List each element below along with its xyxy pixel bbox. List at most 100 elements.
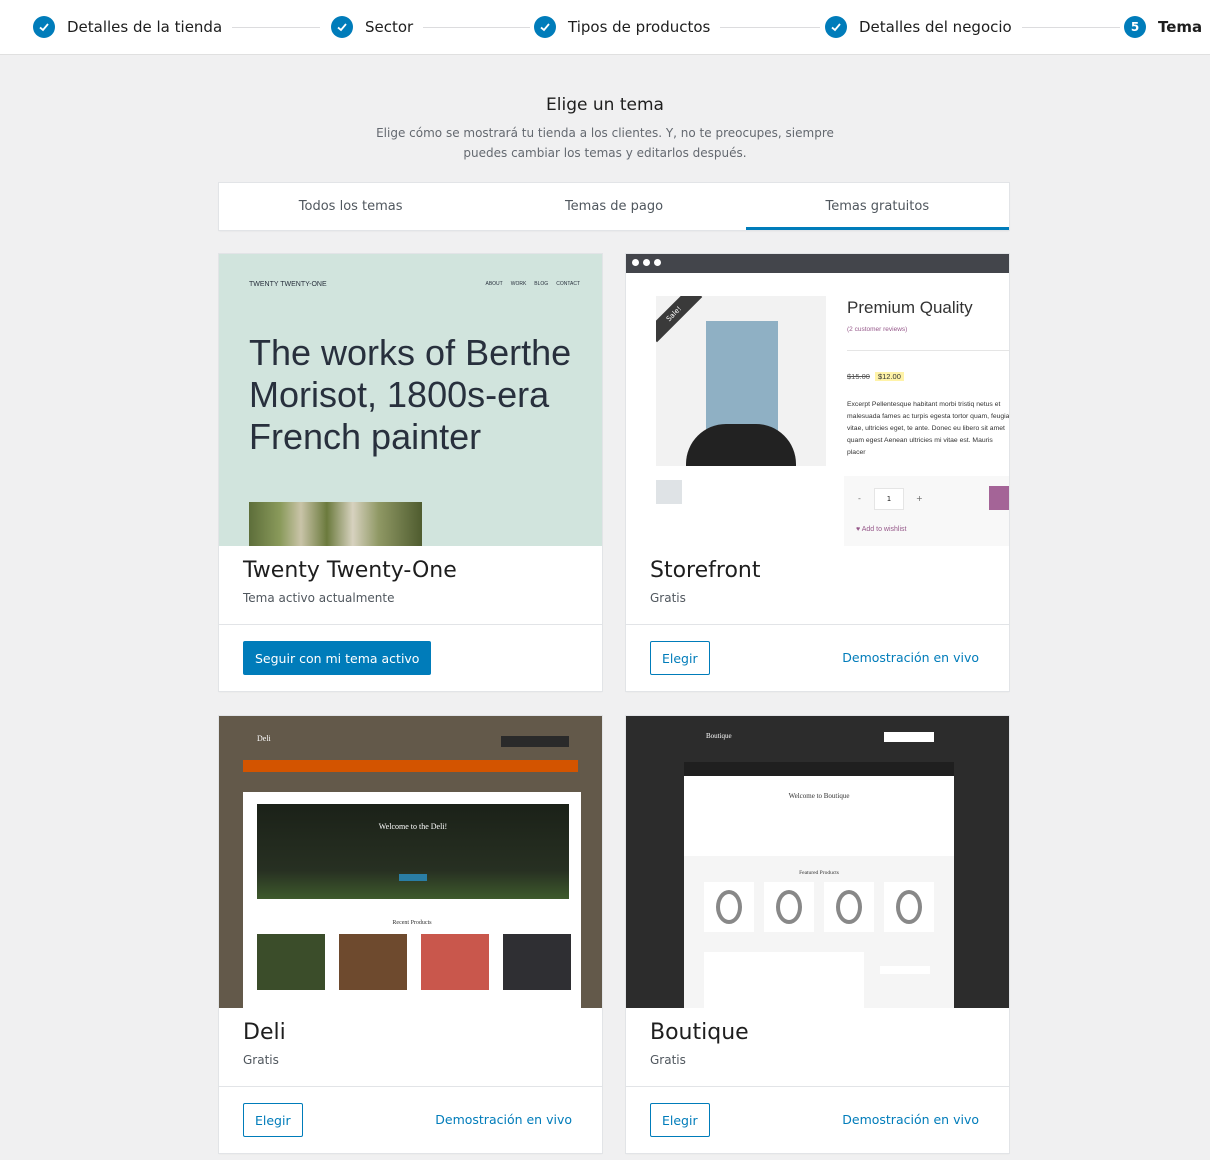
setup-stepper: Detalles de la tienda Sector Tipos de pr… [0,0,1210,55]
preview-thumbnail [656,480,682,504]
continue-active-theme-button[interactable]: Seguir con mi tema activo [243,641,432,675]
preview-painting-image [249,502,422,546]
preview-menu-item: ABOUT [485,281,503,287]
theme-card-storefront: Sale! Premium Quality (2 customer review… [626,254,1009,691]
live-demo-link[interactable]: Demostración en vivo [842,1112,979,1127]
preview-divider [847,350,1009,351]
preview-hero-button [399,874,427,881]
theme-status: Gratis [650,1053,686,1067]
step-connector [420,27,530,28]
preview-product-title: Premium Quality [847,298,973,317]
tab-free-themes[interactable]: Temas gratuitos [745,183,1010,230]
preview-logo: Deli [257,734,271,743]
theme-preview[interactable]: TWENTY TWENTY-ONE ABOUT WORK BLOG CONTAC… [219,254,602,546]
wishlist-label: Add to wishlist [861,526,907,533]
page-title: Elige un tema [546,95,664,115]
theme-preview[interactable]: Deli Welcome to the Deli! Recent Product… [219,716,602,1008]
card-divider [626,1086,1009,1087]
step-industry[interactable]: Sector [331,14,424,40]
checkmark-icon [331,16,353,38]
preview-hero-title: Welcome to the Deli! [378,822,448,831]
choose-theme-button[interactable]: Elegir [650,1103,710,1137]
preview-page: Welcome to the Deli! Recent Products [243,792,581,1008]
preview-price: $15.00 $12.00 [847,372,904,381]
person-image [686,424,796,466]
preview-section-title: Featured Products [799,870,839,876]
preview-hero-image: Welcome to the Deli! [257,804,569,899]
step-connector [222,27,320,28]
preview-logo: Boutique [706,732,732,740]
step-theme[interactable]: 5 Tema [1124,14,1210,40]
preview-menu-item: CONTACT [556,281,580,287]
window-dots-icon [632,259,661,266]
theme-name: Boutique [650,1020,749,1045]
card-divider [219,624,602,625]
theme-status: Tema activo actualmente [243,591,395,605]
preview-cart-box: - 1 + ♥ Add to wishlist [844,476,1009,546]
checkmark-icon [534,16,556,38]
ring-image [824,882,874,932]
page-subtitle: Elige cómo se mostrará tu tienda a los c… [376,126,834,160]
ring-image [764,882,814,932]
step-connector [1008,27,1120,28]
theme-preview[interactable]: Sale! Premium Quality (2 customer review… [626,254,1009,546]
card-divider [219,1086,602,1087]
choose-theme-button[interactable]: Elegir [650,641,710,675]
preview-site-title: TWENTY TWENTY-ONE [249,281,327,288]
step-label: Sector [365,18,414,36]
preview-menu: ABOUT WORK BLOG CONTACT [486,281,581,287]
product-image [339,934,407,990]
preview-product-image: Sale! [656,296,826,466]
preview-search [501,736,569,747]
preview-menu-item: WORK [510,281,527,287]
tab-paid-themes[interactable]: Temas de pago [482,183,745,230]
theme-status: Gratis [243,1053,279,1067]
theme-card-twenty-twenty-one: TWENTY TWENTY-ONE ABOUT WORK BLOG CONTAC… [219,254,602,691]
preview-section-title: Recent Products [392,920,432,926]
preview-hero-text: The works of Berthe Morisot, 1800s-era F… [249,332,572,457]
sale-badge: Sale! [656,296,703,343]
step-product-types[interactable]: Tipos de productos [534,14,721,40]
step-number: 5 [1124,16,1146,38]
preview-welcome-title: Welcome to Boutique [788,792,850,800]
preview-products [257,934,571,990]
theme-preview[interactable]: Boutique Welcome to Boutique Featured Pr… [626,716,1009,1008]
preview-wishlist: ♥ Add to wishlist [856,526,907,533]
browser-bar [626,254,1009,273]
preview-welcome-box: Welcome to Boutique [684,776,954,856]
ring-image [704,882,754,932]
checkmark-icon [33,16,55,38]
preview-nav-bar [684,762,954,776]
choose-theme-button[interactable]: Elegir [243,1103,303,1137]
theme-name: Deli [243,1020,286,1045]
plus-icon: + [916,494,923,503]
step-label: Detalles del negocio [859,18,1012,36]
step-business-details[interactable]: Detalles del negocio [825,14,1022,40]
live-demo-link[interactable]: Demostración en vivo [842,650,979,665]
product-image [257,934,325,990]
theme-tabs: Todos los temas Temas de pago Temas grat… [219,183,1010,230]
checkmark-icon [825,16,847,38]
theme-name: Storefront [650,558,761,583]
poster-image [706,321,778,431]
preview-search [884,732,934,742]
step-label: Tipos de productos [568,18,711,36]
preview-sidebar [880,966,930,974]
step-connector [712,27,820,28]
step-store-details[interactable]: Detalles de la tienda [33,14,233,40]
tab-all-themes[interactable]: Todos los temas [219,183,482,230]
theme-card-deli: Deli Welcome to the Deli! Recent Product… [219,716,602,1153]
preview-products [704,882,934,932]
card-divider [626,624,1009,625]
new-price: $12.00 [874,372,904,381]
preview-recent-products [704,952,864,1008]
theme-status: Gratis [650,591,686,605]
step-label: Tema [1158,18,1203,36]
live-demo-link[interactable]: Demostración en vivo [435,1112,572,1127]
step-label: Detalles de la tienda [67,18,223,36]
preview-qty: 1 [874,488,904,510]
preview-page: Welcome to Boutique Featured Products [684,776,954,1008]
preview-nav-bar [243,760,578,772]
minus-icon: - [858,494,861,503]
product-image [503,934,571,990]
